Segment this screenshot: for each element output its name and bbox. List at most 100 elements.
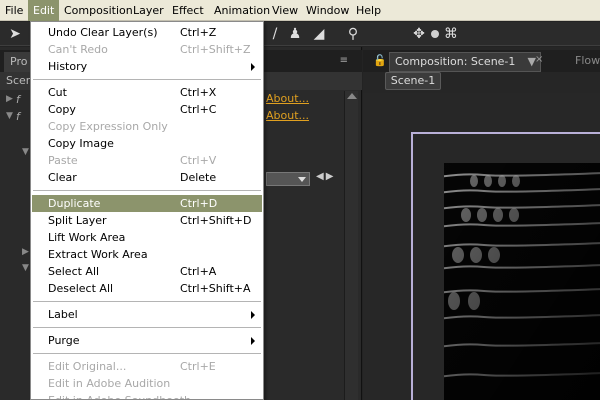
menu-item-split-layer[interactable]: Split Layer Ctrl+Shift+D <box>32 212 262 229</box>
menu-item-extract-work-area[interactable]: Extract Work Area <box>32 246 262 263</box>
panel-menu-icon[interactable]: ≡ <box>340 55 348 66</box>
menu-item-cut[interactable]: Cut Ctrl+X <box>32 84 262 101</box>
expand-triangle-icon[interactable]: ▶ <box>6 94 13 104</box>
menu-window[interactable]: Window <box>301 0 354 21</box>
menu-item-shortcut: Ctrl+C <box>180 103 217 116</box>
selection-tool-icon[interactable]: ➤ <box>6 25 24 43</box>
menu-separator <box>33 301 261 302</box>
menu-item-copy-image[interactable]: Copy Image <box>32 135 262 152</box>
composition-viewer[interactable] <box>363 93 600 400</box>
menu-item-label: Lift Work Area <box>48 231 126 244</box>
menu-layer[interactable]: Layer <box>128 0 169 21</box>
menu-item-label: Deselect All <box>48 282 114 295</box>
menu-item-label: Duplicate <box>48 197 101 210</box>
menu-item-copy[interactable]: Copy Ctrl+C <box>32 101 262 118</box>
menu-help[interactable]: Help <box>351 0 386 21</box>
menu-item-shortcut: Ctrl+Z <box>180 26 217 39</box>
scene-breadcrumb-button[interactable]: Scene-1 <box>385 72 441 90</box>
view-axis-icon[interactable]: ⌘ <box>442 25 460 43</box>
menu-item-label: Copy Image <box>48 137 114 150</box>
expand-triangle-icon[interactable]: ▶ <box>22 247 29 257</box>
world-axis-icon[interactable] <box>431 30 439 38</box>
menu-item-label: Purge <box>48 334 80 347</box>
collapse-triangle-icon[interactable]: ▼ <box>6 111 13 121</box>
menu-item-label: Can't Redo <box>48 43 108 56</box>
menu-item-label: Copy Expression Only <box>48 120 168 133</box>
menu-item-paste[interactable]: Paste Ctrl+V <box>32 152 262 169</box>
close-icon[interactable]: × <box>535 54 543 65</box>
menu-item-label: Undo Clear Layer(s) <box>48 26 158 39</box>
menu-item-shortcut: Ctrl+X <box>180 86 217 99</box>
menu-item-shortcut: Ctrl+Shift+Z <box>180 43 251 56</box>
menu-item-duplicate[interactable]: Duplicate Ctrl+D <box>32 195 262 212</box>
menu-item-label: Extract Work Area <box>48 248 148 261</box>
lock-icon[interactable]: 🔓 <box>373 54 387 67</box>
menu-item-edit-in-audition[interactable]: Edit in Adobe Audition <box>32 375 262 392</box>
menu-item-label: Cut <box>48 86 67 99</box>
eraser-tool-icon[interactable]: ◢ <box>310 25 328 43</box>
menu-effect[interactable]: Effect <box>167 0 209 21</box>
about-link[interactable]: About... <box>266 92 309 105</box>
brush-tool-icon[interactable]: / <box>266 25 284 43</box>
tab-flowchart[interactable]: Flow <box>575 54 600 67</box>
menu-item-shortcut: Ctrl+E <box>180 360 216 373</box>
clone-stamp-tool-icon[interactable]: ♟ <box>286 25 304 43</box>
menu-item-select-all[interactable]: Select All Ctrl+A <box>32 263 262 280</box>
menu-item-undo[interactable]: Undo Clear Layer(s) Ctrl+Z <box>32 24 262 41</box>
composition-render <box>444 163 600 400</box>
vertical-scrollbar[interactable] <box>344 91 358 400</box>
about-link[interactable]: About... <box>266 109 309 122</box>
puppet-pin-tool-icon[interactable]: ⚲ <box>344 25 362 43</box>
effect-fx-label: f <box>16 110 20 123</box>
tab-composition[interactable]: Composition: Scene-1 ▼ <box>389 52 541 72</box>
menu-item-label: History <box>48 60 88 73</box>
menu-item-lift-work-area[interactable]: Lift Work Area <box>32 229 262 246</box>
menu-item-copy-expression[interactable]: Copy Expression Only <box>32 118 262 135</box>
menu-separator <box>33 327 261 328</box>
composition-tab-label: Composition: Scene-1 <box>395 55 516 68</box>
menu-item-label: Edit in Adobe Audition <box>48 377 171 390</box>
edit-menu: Undo Clear Layer(s) Ctrl+Z Can't Redo Ct… <box>30 21 264 400</box>
menu-item-history[interactable]: History <box>32 58 262 75</box>
menu-view[interactable]: View <box>267 0 303 21</box>
menu-item-shortcut: Ctrl+Shift+D <box>180 214 252 227</box>
menu-item-shortcut: Ctrl+Shift+A <box>180 282 251 295</box>
menu-item-label: Clear <box>48 171 77 184</box>
menu-item-clear[interactable]: Clear Delete <box>32 169 262 186</box>
composition-panel: 🔓 Composition: Scene-1 ▼ × Flow Scene-1 <box>363 47 600 400</box>
menu-item-label: Paste <box>48 154 78 167</box>
collapse-triangle-icon[interactable]: ▼ <box>22 147 29 157</box>
menu-item-shortcut: Ctrl+V <box>180 154 217 167</box>
menu-animation[interactable]: Animation <box>209 0 275 21</box>
composition-panel-tabs: 🔓 Composition: Scene-1 ▼ × Flow <box>363 50 600 72</box>
menu-item-label: Edit in Adobe Soundbooth <box>48 392 191 399</box>
scroll-up-icon[interactable] <box>347 93 357 99</box>
collapse-triangle-icon[interactable]: ▼ <box>22 263 29 273</box>
menu-composition[interactable]: Composition <box>59 0 138 21</box>
effect-dropdown[interactable] <box>266 172 310 186</box>
axis-mode-icon[interactable]: ✥ <box>410 25 428 43</box>
menu-edit[interactable]: Edit <box>28 0 60 21</box>
menu-file[interactable]: File <box>0 0 28 21</box>
menu-item-label-submenu[interactable]: Label <box>32 306 262 323</box>
menu-item-redo[interactable]: Can't Redo Ctrl+Shift+Z <box>32 41 262 58</box>
menu-item-edit-original[interactable]: Edit Original... Ctrl+E <box>32 358 262 375</box>
submenu-arrow-icon <box>251 337 255 345</box>
menu-item-shortcut: Delete <box>180 171 217 184</box>
render-image <box>444 163 600 400</box>
submenu-arrow-icon <box>251 311 255 319</box>
menu-item-deselect-all[interactable]: Deselect All Ctrl+Shift+A <box>32 280 262 297</box>
menu-item-purge[interactable]: Purge <box>32 332 262 349</box>
menu-bar: File Edit Composition Layer Effect Anima… <box>0 0 600 21</box>
menu-item-label: Split Layer <box>48 214 107 227</box>
menu-item-label: Label <box>48 308 78 321</box>
scene-label: Scen <box>6 74 33 87</box>
keyframe-nav-arrows[interactable]: ◀▶ <box>316 171 335 182</box>
menu-item-shortcut: Ctrl+A <box>180 265 217 278</box>
menu-item-label: Copy <box>48 103 76 116</box>
menu-item-label: Edit Original... <box>48 360 127 373</box>
menu-separator <box>33 79 261 80</box>
menu-item-edit-in-soundbooth[interactable]: Edit in Adobe Soundbooth <box>32 392 262 399</box>
submenu-arrow-icon <box>251 63 255 71</box>
menu-item-shortcut: Ctrl+D <box>180 197 218 210</box>
